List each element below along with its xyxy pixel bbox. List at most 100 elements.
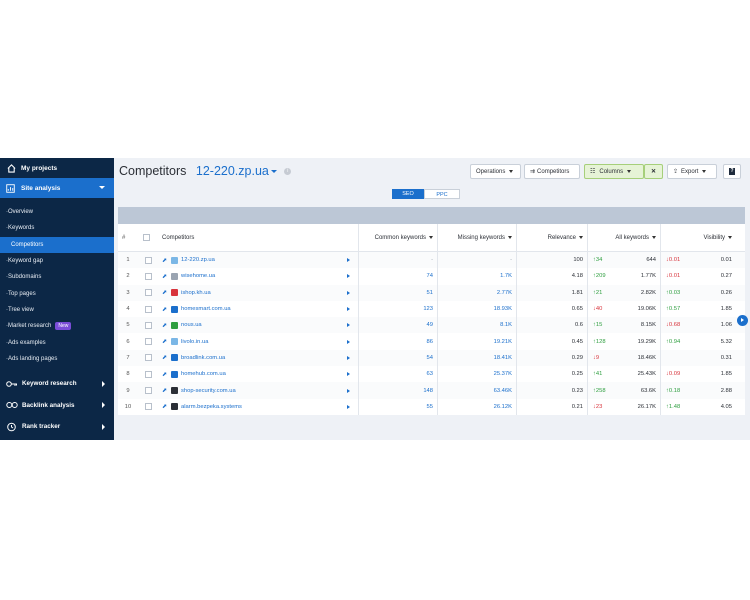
- missing-keywords-value[interactable]: 8.1K: [437, 317, 516, 334]
- common-keywords-value[interactable]: 55: [358, 398, 437, 415]
- external-link-icon[interactable]: ⬈: [162, 338, 167, 345]
- expand-row-icon[interactable]: [347, 372, 350, 377]
- tab-ppc[interactable]: PPC: [424, 189, 460, 199]
- table-row[interactable]: 10 ⬈ alarm.bezpeka.systems 55 26.12K 0.21 ↓23 2…: [118, 398, 745, 415]
- common-keywords-value[interactable]: 51: [358, 284, 437, 301]
- table-row[interactable]: 6 ⬈ livolo.in.ua 86 19.21K 0.45 ↑128 19.29K ↑0.9…: [118, 333, 745, 350]
- missing-keywords-value[interactable]: 18.93K: [437, 300, 516, 318]
- competitor-domain-link[interactable]: homehub.com.ua: [181, 371, 226, 377]
- missing-keywords-value[interactable]: 63.46K: [437, 382, 516, 399]
- sidebar-item-keyword-gap[interactable]: · Keyword gap: [0, 253, 114, 269]
- common-keywords-value[interactable]: 148: [358, 382, 437, 399]
- row-checkbox[interactable]: [143, 350, 153, 366]
- competitor-domain-link[interactable]: ishop.kh.ua: [181, 290, 211, 296]
- operations-button[interactable]: Operations: [470, 164, 521, 179]
- common-keywords-value[interactable]: 49: [358, 317, 437, 334]
- sidebar-section-site-analysis[interactable]: Site analysis: [0, 178, 114, 198]
- row-checkbox[interactable]: [143, 285, 153, 301]
- sidebar-section-backlink-analysis[interactable]: Backlink analysis: [0, 394, 114, 416]
- row-checkbox[interactable]: [143, 366, 153, 382]
- common-keywords-value[interactable]: 54: [358, 349, 437, 367]
- competitor-domain-link[interactable]: shop-security.com.ua: [181, 388, 236, 394]
- missing-keywords-value[interactable]: 25.37K: [437, 366, 516, 383]
- row-checkbox[interactable]: [143, 317, 153, 333]
- table-row[interactable]: 8 ⬈ homehub.com.ua 63 25.37K 0.25 ↑41 25.43K ↓0.…: [118, 366, 745, 383]
- competitor-domain-link[interactable]: livolo.in.ua: [181, 339, 208, 345]
- external-link-icon[interactable]: ⬈: [162, 371, 167, 378]
- header-visibility[interactable]: Visibility: [660, 224, 736, 251]
- competitor-domain-link[interactable]: 12-220.zp.ua: [181, 257, 215, 263]
- info-icon[interactable]: i: [284, 168, 292, 176]
- columns-button[interactable]: ☷ Columns: [584, 164, 644, 179]
- tab-seo[interactable]: SEO: [392, 189, 424, 199]
- missing-keywords-value[interactable]: 2.77K: [437, 284, 516, 301]
- common-keywords-value[interactable]: 123: [358, 300, 437, 318]
- expand-row-icon[interactable]: [347, 258, 350, 263]
- expand-row-icon[interactable]: [347, 339, 350, 344]
- header-common-keywords[interactable]: Common keywords: [358, 224, 437, 251]
- expand-row-icon[interactable]: [347, 307, 350, 312]
- table-row[interactable]: 4 ⬈ homesmart.com.ua 123 18.93K 0.65 ↓40 19.06K…: [118, 300, 745, 318]
- competitor-domain-link[interactable]: homesmart.com.ua: [181, 306, 231, 312]
- table-row[interactable]: 7 ⬈ broadlink.com.ua 54 18.41K 0.29 ↓9 18.46K 0.…: [118, 349, 745, 367]
- domain-selector[interactable]: 12-220.zp.ua: [196, 164, 277, 178]
- expand-row-icon[interactable]: [347, 355, 350, 360]
- select-all-checkbox[interactable]: [143, 224, 153, 251]
- header-missing-keywords[interactable]: Missing keywords: [437, 224, 516, 251]
- common-keywords-value[interactable]: 86: [358, 333, 437, 350]
- expand-row-icon[interactable]: [347, 274, 350, 279]
- missing-keywords-value[interactable]: 26.12K: [437, 398, 516, 415]
- competitor-domain-link[interactable]: alarm.bezpeka.systems: [181, 404, 242, 410]
- external-link-icon[interactable]: ⬈: [162, 289, 167, 296]
- competitors-button[interactable]: ⇉ Competitors: [524, 164, 580, 179]
- external-link-icon[interactable]: ⬈: [162, 306, 167, 313]
- missing-keywords-value[interactable]: 18.41K: [437, 349, 516, 367]
- missing-keywords-value[interactable]: -: [437, 252, 516, 269]
- external-link-icon[interactable]: ⬈: [162, 403, 167, 410]
- expand-panel-button[interactable]: [737, 315, 748, 326]
- external-link-icon[interactable]: ⬈: [162, 257, 167, 264]
- table-row[interactable]: 9 ⬈ shop-security.com.ua 148 63.46K 0.23 ↑258 6…: [118, 382, 745, 399]
- row-checkbox[interactable]: [143, 252, 153, 268]
- common-keywords-value[interactable]: 74: [358, 268, 437, 285]
- row-checkbox[interactable]: [143, 301, 153, 317]
- sidebar-section-rank-tracker[interactable]: Rank tracker: [0, 416, 114, 438]
- external-link-icon[interactable]: ⬈: [162, 387, 167, 394]
- table-row[interactable]: 3 ⬈ ishop.kh.ua 51 2.77K 1.81 ↑21 2.82K ↑0.03 0.2…: [118, 284, 745, 301]
- common-keywords-value[interactable]: 63: [358, 366, 437, 383]
- sidebar-item-market-research[interactable]: · Market research New: [0, 318, 114, 334]
- expand-row-icon[interactable]: [347, 290, 350, 295]
- external-link-icon[interactable]: ⬈: [162, 322, 167, 329]
- header-all-keywords[interactable]: All keywords: [587, 224, 660, 251]
- sidebar-item-keywords[interactable]: · Keywords: [0, 220, 114, 236]
- row-checkbox[interactable]: [143, 268, 153, 284]
- external-link-icon[interactable]: ⬈: [162, 273, 167, 280]
- expand-row-icon[interactable]: [347, 388, 350, 393]
- help-button[interactable]: ?: [723, 164, 741, 179]
- sidebar-item-top-pages[interactable]: · Top pages: [0, 285, 114, 301]
- sidebar-item-tree-view[interactable]: · Tree view: [0, 302, 114, 318]
- missing-keywords-value[interactable]: 19.21K: [437, 333, 516, 350]
- table-row[interactable]: 5 ⬈ nous.ua 49 8.1K 0.6 ↑15 8.15K ↓0.68 1.06: [118, 317, 745, 334]
- competitor-domain-link[interactable]: broadlink.com.ua: [181, 355, 225, 361]
- competitor-domain-link[interactable]: wisehome.ua: [181, 273, 215, 279]
- header-relevance[interactable]: Relevance: [516, 224, 587, 251]
- missing-keywords-value[interactable]: 1.7K: [437, 268, 516, 285]
- table-row[interactable]: 1 ⬈ 12-220.zp.ua - -100 ↑34 644 ↓0.01 0.01: [118, 252, 745, 269]
- sidebar-item-competitors[interactable]: Competitors: [0, 236, 114, 253]
- sidebar-item-ads-examples[interactable]: · Ads examples: [0, 334, 114, 350]
- row-checkbox[interactable]: [143, 382, 153, 398]
- sidebar-item-subdomains[interactable]: · Subdomains: [0, 269, 114, 285]
- expand-row-icon[interactable]: [347, 323, 350, 328]
- row-checkbox[interactable]: [143, 399, 153, 415]
- expand-row-icon[interactable]: [347, 404, 350, 409]
- row-checkbox[interactable]: [143, 333, 153, 349]
- sidebar-item-my-projects[interactable]: My projects: [0, 158, 114, 178]
- common-keywords-value[interactable]: -: [358, 252, 437, 269]
- table-row[interactable]: 2 ⬈ wisehome.ua 74 1.7K 4.18 ↑209 1.77K ↓0.01 0.2…: [118, 268, 745, 285]
- sidebar-section-keyword-research[interactable]: Keyword research: [0, 373, 114, 395]
- export-button[interactable]: ⇪ Export: [667, 164, 717, 179]
- sidebar-item-ads-landing-pages[interactable]: · Ads landing pages: [0, 351, 114, 367]
- sidebar-item-overview[interactable]: · Overview: [0, 204, 114, 220]
- external-link-icon[interactable]: ⬈: [162, 354, 167, 361]
